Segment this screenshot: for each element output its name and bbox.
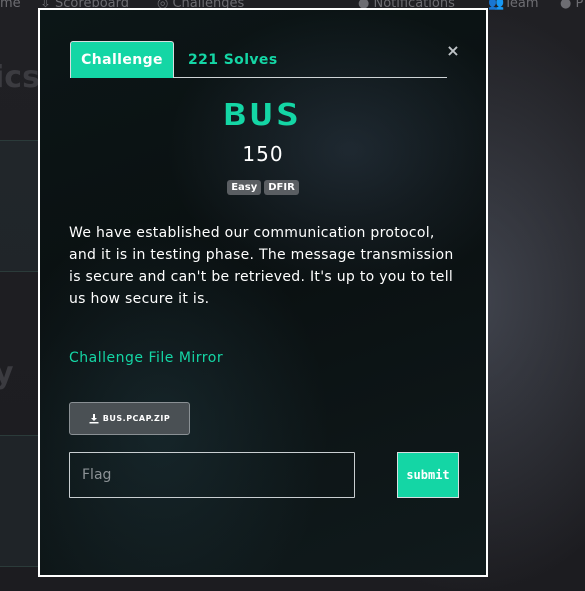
tab-challenge[interactable]: Challenge: [70, 41, 174, 78]
download-file-button[interactable]: BUS.PCAP.ZIP: [69, 402, 190, 435]
tag-list: Easy DFIR: [40, 180, 486, 195]
tag-badge: DFIR: [264, 180, 299, 195]
close-button[interactable]: ×: [444, 41, 462, 61]
nav-team-label: Team: [504, 0, 539, 11]
nav-profile-label: P: [575, 0, 584, 11]
nav-profile-link[interactable]: ● P: [560, 0, 583, 11]
nav-home-link[interactable]: me: [0, 0, 21, 11]
category-heading-fragment-2: y: [0, 356, 14, 391]
challenge-title: BUS: [223, 98, 303, 133]
download-icon: [89, 413, 99, 423]
challenge-file-mirror-link[interactable]: Challenge File Mirror: [69, 350, 223, 366]
tab-solves[interactable]: 221 Solves: [188, 41, 278, 78]
challenge-modal: Challenge 221 Solves × BUS 150 Easy DFIR…: [38, 8, 488, 577]
tag-badge: Easy: [227, 180, 262, 195]
challenge-description: We have established our communication pr…: [69, 225, 454, 307]
download-file-label: BUS.PCAP.ZIP: [102, 414, 171, 423]
submit-button[interactable]: submit: [397, 452, 459, 498]
challenge-points: 150: [242, 142, 284, 166]
category-heading-fragment: ics: [0, 60, 40, 95]
flag-input[interactable]: [69, 452, 355, 498]
nav-team-link[interactable]: 👥Team: [488, 0, 539, 11]
modal-tabs: Challenge 221 Solves: [70, 41, 447, 78]
